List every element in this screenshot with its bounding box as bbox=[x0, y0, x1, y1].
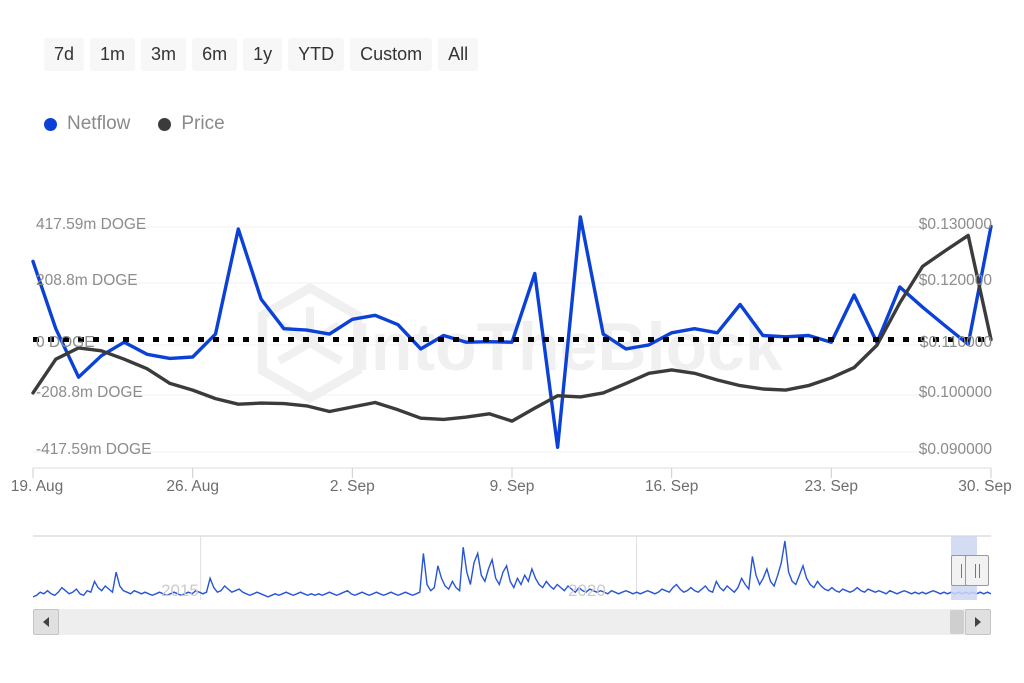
range-button-1m[interactable]: 1m bbox=[90, 38, 135, 71]
navigator-year-label: 2020 bbox=[568, 581, 606, 601]
range-button-1y[interactable]: 1y bbox=[243, 38, 282, 71]
range-button-custom[interactable]: Custom bbox=[350, 38, 432, 71]
grip-line-icon bbox=[975, 564, 976, 578]
legend-label: Netflow bbox=[67, 113, 130, 135]
range-button-3m[interactable]: 3m bbox=[141, 38, 186, 71]
scrollbar-thumb[interactable] bbox=[950, 610, 964, 634]
legend-item-netflow[interactable]: Netflow bbox=[44, 113, 130, 135]
y-right-tick-label: $0.100000 bbox=[919, 384, 992, 402]
y-right-tick-label: $0.090000 bbox=[919, 441, 992, 459]
x-axis-tick-label: 16. Sep bbox=[645, 478, 698, 496]
chart-navigator[interactable]: 2015 2020 bbox=[33, 533, 991, 608]
grip-line-icon bbox=[961, 564, 962, 578]
navigator-right-handle[interactable] bbox=[965, 555, 989, 586]
y-left-tick-label: 0 DOGE bbox=[36, 334, 95, 352]
chart-plot-area: IntoTheBlock 417.59m DOGE 208.8m DOGE 0 DO… bbox=[0, 195, 1024, 495]
x-axis-tick-label: 23. Sep bbox=[805, 478, 858, 496]
range-button-ytd[interactable]: YTD bbox=[288, 38, 344, 71]
scroll-left-button[interactable] bbox=[33, 609, 59, 635]
watermark: IntoTheBlock bbox=[262, 288, 782, 398]
chart-canvas[interactable]: IntoTheBlock bbox=[0, 195, 1024, 495]
x-axis-tick-label: 30. Sep bbox=[958, 478, 1011, 496]
legend-marker-icon bbox=[44, 118, 57, 131]
y-right-tick-label: $0.130000 bbox=[919, 216, 992, 234]
x-axis-tick-label: 26. Aug bbox=[166, 478, 219, 496]
range-selector: 7d1m3m6m1yYTDCustomAll bbox=[44, 38, 478, 71]
scroll-right-button[interactable] bbox=[965, 609, 991, 635]
chart-legend: Netflow Price bbox=[44, 113, 225, 135]
y-right-tick-label: $0.120000 bbox=[919, 272, 992, 290]
legend-marker-icon bbox=[158, 118, 171, 131]
grip-line-icon bbox=[979, 564, 980, 578]
legend-label: Price bbox=[181, 113, 224, 135]
triangle-left-icon bbox=[41, 616, 51, 628]
triangle-right-icon bbox=[973, 616, 983, 628]
y-left-tick-label: -417.59m DOGE bbox=[36, 441, 151, 459]
range-button-7d[interactable]: 7d bbox=[44, 38, 84, 71]
range-button-6m[interactable]: 6m bbox=[192, 38, 237, 71]
y-left-tick-label: 208.8m DOGE bbox=[36, 272, 138, 290]
legend-item-price[interactable]: Price bbox=[158, 113, 224, 135]
y-left-tick-label: -208.8m DOGE bbox=[36, 384, 143, 402]
chart-scrollbar[interactable] bbox=[33, 609, 991, 635]
navigator-year-label: 2015 bbox=[161, 581, 199, 601]
y-right-tick-label: $0.110000 bbox=[920, 334, 992, 352]
y-left-tick-label: 417.59m DOGE bbox=[36, 216, 146, 234]
range-button-all[interactable]: All bbox=[438, 38, 478, 71]
x-axis-tick-label: 9. Sep bbox=[490, 478, 535, 496]
x-axis-tick-label: 2. Sep bbox=[330, 478, 375, 496]
x-axis-tick-label: 19. Aug bbox=[11, 478, 64, 496]
netflow-price-chart-widget: 7d1m3m6m1yYTDCustomAll Netflow Price Into… bbox=[0, 0, 1024, 683]
